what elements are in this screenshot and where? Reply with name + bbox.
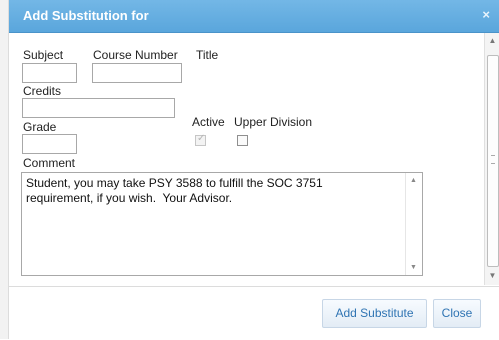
- upper-division-checkbox[interactable]: [237, 135, 248, 146]
- active-checkbox[interactable]: ✓: [195, 133, 206, 146]
- course-number-label: Course Number: [93, 48, 178, 62]
- background-window-edge: [0, 0, 9, 339]
- credits-input[interactable]: [22, 98, 175, 118]
- close-button[interactable]: Close: [433, 299, 481, 328]
- checkmark-icon: ✓: [197, 133, 206, 144]
- dialog-title-bar[interactable]: Add Substitution for ×: [9, 0, 499, 33]
- add-substitution-dialog: Add Substitution for × Subject Course Nu…: [9, 0, 499, 340]
- active-label: Active: [192, 115, 225, 129]
- dialog-scrollbar[interactable]: ▲ ▼: [484, 33, 499, 285]
- dialog-content: Subject Course Number Title Credits Grad…: [9, 33, 484, 285]
- course-number-input[interactable]: [92, 63, 182, 83]
- add-substitute-button[interactable]: Add Substitute: [322, 299, 427, 328]
- grade-label: Grade: [23, 120, 57, 134]
- grade-input[interactable]: [22, 134, 77, 154]
- subject-label: Subject: [23, 48, 64, 62]
- comment-scrollbar[interactable]: ▲ ▼: [405, 173, 422, 275]
- scroll-up-icon[interactable]: ▲: [410, 177, 417, 184]
- title-label: Title: [196, 48, 219, 62]
- close-icon[interactable]: ×: [482, 7, 490, 22]
- comment-label: Comment: [23, 156, 76, 170]
- upper-division-label: Upper Division: [234, 115, 313, 129]
- scroll-up-icon[interactable]: ▲: [488, 36, 497, 45]
- scrollbar-thumb[interactable]: [487, 55, 499, 267]
- comment-textarea[interactable]: Student, you may take PSY 3588 to fulfil…: [21, 172, 423, 276]
- credits-label: Credits: [23, 84, 62, 98]
- scroll-down-icon[interactable]: ▼: [410, 264, 417, 271]
- scroll-down-icon[interactable]: ▼: [488, 271, 497, 280]
- subject-input[interactable]: [22, 63, 77, 83]
- dialog-title: Add Substitution for: [23, 8, 149, 23]
- comment-text: Student, you may take PSY 3588 to fulfil…: [26, 176, 323, 205]
- dialog-footer: Add Substitute Close: [9, 286, 499, 340]
- grip-icon: [491, 155, 495, 164]
